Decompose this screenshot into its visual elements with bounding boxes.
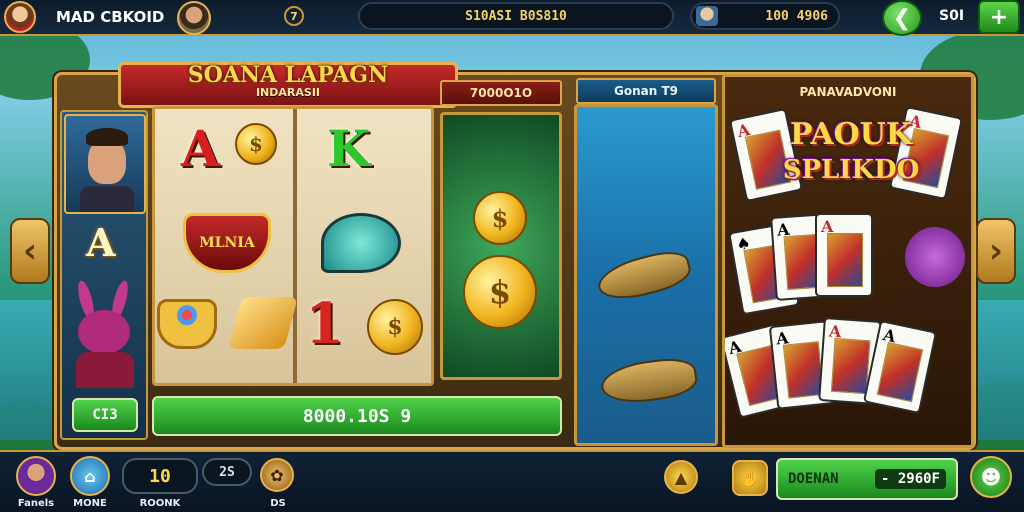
reel-symbol-one: 1 xyxy=(305,291,344,357)
nav-label-fanels: Fanels xyxy=(17,498,55,509)
poker-panel[interactable]: PANAVADVONI A A PAOUK SPLIKDO ♠ A A A A … xyxy=(722,74,974,448)
friend-avatar[interactable] xyxy=(177,1,211,35)
collect-button[interactable]: DOENAN - 2960F xyxy=(776,458,958,500)
fish-top xyxy=(593,245,695,307)
reel-symbol-k: K xyxy=(327,119,371,178)
chevron-right-icon[interactable]: › xyxy=(976,218,1016,284)
poker-header: PANAVADVONI xyxy=(799,85,897,99)
home-icon[interactable]: ⌂ xyxy=(70,456,110,496)
lines-value[interactable]: 2S xyxy=(202,458,252,486)
fishing-header: Gonan T9 xyxy=(576,78,716,104)
bottom-bar: Fanels ⌂ MONE 10 ROONK 2S ✿ DS ▲ ✋ DOENA… xyxy=(0,450,1024,512)
left-symbol: A xyxy=(86,220,116,265)
gift-icon[interactable]: ✿ xyxy=(260,458,294,492)
back-arrow-icon[interactable]: ❮ xyxy=(882,0,922,36)
slot-reels: A $ K MLNIA 1 $ xyxy=(152,106,434,386)
thumbs-up-icon[interactable]: ✋ xyxy=(732,460,768,496)
fishing-panel[interactable] xyxy=(574,104,718,446)
reel-symbol-shield: MLNIA xyxy=(183,213,271,273)
level-badge: 7 xyxy=(284,6,304,26)
title-ribbon: SOANA LAPAGN INDARASII xyxy=(118,62,458,108)
nav-label-mone: MONE xyxy=(73,498,107,509)
reel-symbol-leaf xyxy=(321,213,401,273)
reel-coin: $ xyxy=(235,123,277,165)
bonus-coin-top: $ xyxy=(473,191,527,245)
collect-amount: - 2960F xyxy=(874,469,946,489)
chevron-left-icon[interactable]: ‹ xyxy=(10,218,50,284)
card-mid-3: A xyxy=(815,213,873,297)
coin-balance-value: 100 4906 xyxy=(765,8,828,24)
coin-avatar-icon xyxy=(696,6,718,26)
player-avatar[interactable] xyxy=(4,1,36,33)
bell-icon[interactable]: ▲ xyxy=(664,460,698,494)
game-title: SOANA LAPAGN xyxy=(187,62,389,88)
profile-icon[interactable] xyxy=(16,456,56,496)
bonus-coin-bottom: $ xyxy=(463,255,537,329)
user-add-icon[interactable]: ☻ xyxy=(970,456,1012,498)
fish-bottom xyxy=(598,354,700,408)
reel-treasure-pot xyxy=(157,299,217,349)
win-amount-bar: 8000.10S 9 xyxy=(152,396,562,436)
player-name: MAD CBKOID xyxy=(56,8,165,26)
add-icon[interactable]: + xyxy=(978,0,1020,34)
collect-label: DOENAN xyxy=(788,471,839,487)
bet-value[interactable]: 10 xyxy=(122,458,198,494)
bet-label: ROONK xyxy=(139,498,181,509)
left-spin-button[interactable]: CI3 xyxy=(72,398,138,432)
jungle-bonus-panel[interactable]: $ $ xyxy=(440,112,562,380)
coin-balance: 100 4906 xyxy=(690,2,840,30)
right-label: S0I xyxy=(939,8,965,24)
extra-label: DS xyxy=(270,498,286,509)
reel-gold-wing xyxy=(228,297,298,349)
jackpot-display: S10ASI B0S810 xyxy=(358,2,674,30)
reels-header: 7000O1O xyxy=(440,80,562,106)
character-column: A xyxy=(60,110,148,440)
poker-title-line1: PAOUK xyxy=(789,117,913,152)
poker-title-line2: SPLIKDO xyxy=(782,155,920,185)
reel-coin-large: $ xyxy=(367,299,423,355)
orchid-flower xyxy=(905,227,965,287)
hero-portrait[interactable] xyxy=(64,114,146,214)
reel-symbol-a: A xyxy=(181,119,220,178)
rabbit-character xyxy=(70,279,140,390)
game-subtitle: INDARASII xyxy=(255,86,321,99)
top-bar: MAD CBKOID 7 S10ASI B0S810 100 4906 ❮ S0… xyxy=(0,0,1024,36)
